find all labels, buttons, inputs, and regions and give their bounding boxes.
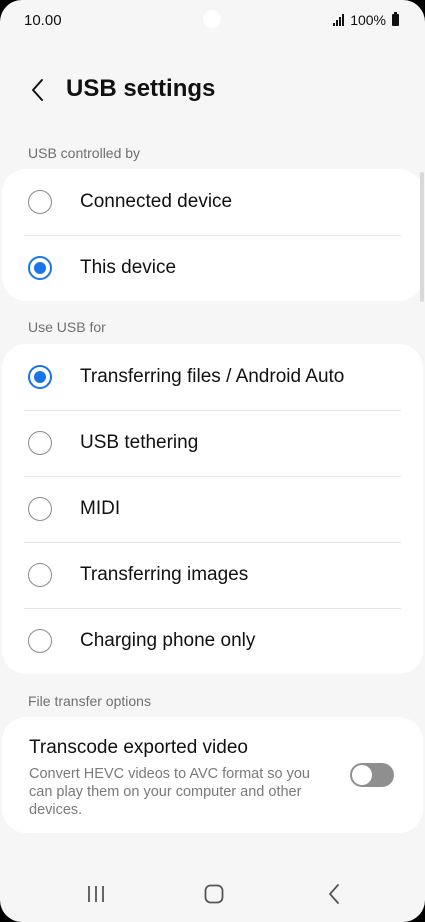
option-label: Charging phone only — [80, 630, 256, 651]
option-label: Transferring files / Android Auto — [80, 366, 345, 387]
radio-charging-only[interactable] — [28, 629, 52, 653]
back-button[interactable] — [20, 72, 56, 108]
status-time: 10.00 — [24, 12, 62, 29]
settings-screen: 10.00 100% USB settings USB controlled b… — [0, 0, 425, 922]
radio-transferring-files[interactable] — [28, 365, 52, 389]
file-transfer-card[interactable]: Transcode exported video Convert HEVC vi… — [2, 717, 423, 833]
section-label-controlled-by: USB controlled by — [28, 145, 141, 161]
recent-apps-icon — [88, 886, 104, 902]
section-label-file-transfer: File transfer options — [28, 693, 151, 709]
home-icon — [204, 884, 224, 904]
transcode-title: Transcode exported video — [29, 737, 248, 758]
system-nav-bar — [0, 866, 425, 922]
radio-usb-tethering[interactable] — [28, 431, 52, 455]
radio-transferring-images[interactable] — [28, 563, 52, 587]
transcode-toggle[interactable] — [350, 763, 394, 787]
status-bar: 10.00 100% — [0, 0, 425, 40]
option-label: Transferring images — [80, 564, 249, 585]
battery-percentage: 100% — [350, 12, 386, 28]
option-this-device[interactable]: This device — [2, 235, 423, 301]
status-indicators: 100% — [333, 12, 399, 28]
radio-midi[interactable] — [28, 497, 52, 521]
use-usb-for-card: Transferring files / Android Auto USB te… — [2, 344, 423, 674]
option-label: MIDI — [80, 498, 121, 519]
back-icon — [329, 884, 339, 904]
option-connected-device[interactable]: Connected device — [2, 169, 423, 235]
nav-back-button[interactable] — [316, 880, 352, 908]
option-usb-tethering[interactable]: USB tethering — [2, 410, 423, 476]
front-camera — [203, 10, 221, 28]
app-bar: USB settings — [0, 66, 425, 114]
page-title: USB settings — [66, 75, 216, 102]
radio-this-device[interactable] — [28, 256, 52, 280]
option-transferring-files[interactable]: Transferring files / Android Auto — [2, 344, 423, 410]
chevron-left-icon — [32, 79, 43, 101]
home-button[interactable] — [196, 880, 232, 908]
controlled-by-card: Connected device This device — [2, 169, 423, 301]
section-label-use-usb-for: Use USB for — [28, 319, 106, 335]
signal-icon — [333, 14, 345, 26]
option-label: USB tethering — [80, 432, 199, 453]
option-transferring-images[interactable]: Transferring images — [2, 542, 423, 608]
option-label: This device — [80, 257, 177, 278]
toggle-knob — [352, 765, 372, 785]
recent-apps-button[interactable] — [78, 880, 114, 908]
option-label: Connected device — [80, 191, 233, 212]
option-charging-only[interactable]: Charging phone only — [2, 608, 423, 674]
option-midi[interactable]: MIDI — [2, 476, 423, 542]
scrollbar[interactable] — [420, 172, 424, 302]
transcode-description: Convert HEVC videos to AVC format so you… — [29, 766, 310, 818]
battery-icon — [392, 12, 399, 26]
radio-connected-device[interactable] — [28, 190, 52, 214]
